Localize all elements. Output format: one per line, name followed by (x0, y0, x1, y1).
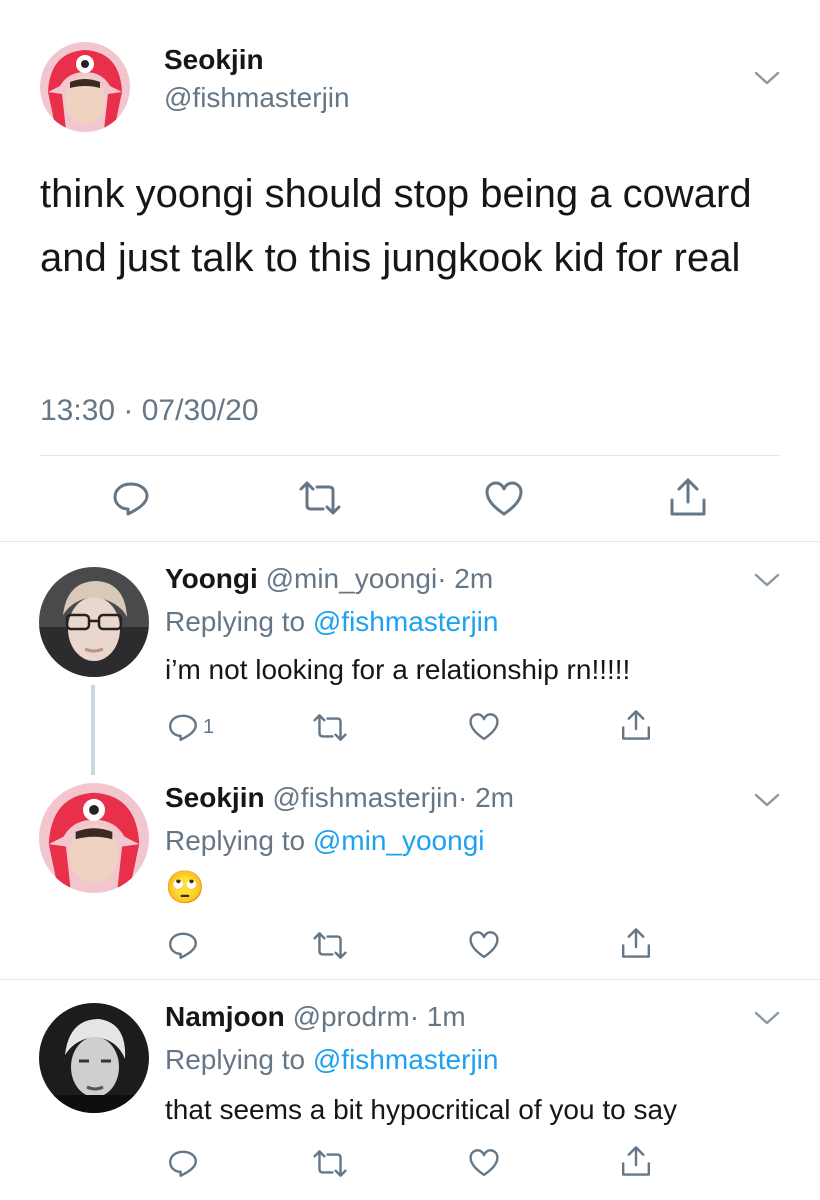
replying-to-label: Replying to (165, 1044, 306, 1075)
reply-header: Yoongi @min_yoongi· 2m (165, 563, 493, 595)
author-handle[interactable]: @fishmasterjin (164, 82, 350, 114)
chevron-down-icon[interactable] (754, 572, 780, 588)
replying-to-label: Replying to (165, 606, 306, 637)
replying-to: Replying to @min_yoongi (165, 825, 485, 857)
share-icon[interactable] (620, 708, 652, 742)
author-name[interactable]: Namjoon (165, 1001, 285, 1032)
like-icon[interactable] (468, 712, 500, 742)
reply-header: Seokjin @fishmasterjin· 2m (165, 782, 514, 814)
replying-to-label: Replying to (165, 825, 306, 856)
replying-to-handle[interactable]: @fishmasterjin (313, 1044, 499, 1075)
author-name[interactable]: Seokjin (164, 44, 264, 76)
share-icon[interactable] (620, 926, 652, 960)
reply-time[interactable]: · 1m (410, 1001, 466, 1032)
like-icon[interactable] (484, 480, 524, 518)
author-handle[interactable]: @prodrm (293, 1001, 410, 1032)
avatar-yoongi[interactable] (39, 567, 149, 677)
reply-time[interactable]: · 2m (437, 563, 493, 594)
share-icon[interactable] (668, 476, 708, 518)
reply-count: 1 (203, 716, 215, 738)
share-icon[interactable] (620, 1144, 652, 1178)
reply-text: i’m not looking for a relationship rn!!!… (165, 654, 631, 685)
replying-to: Replying to @fishmasterjin (165, 606, 498, 638)
thread-connector-line (91, 685, 95, 775)
author-name[interactable]: Seokjin (165, 782, 265, 813)
reply-text: 🙄 (165, 869, 205, 905)
author-handle[interactable]: @fishmasterjin (272, 782, 458, 813)
retweet-icon[interactable] (299, 479, 341, 517)
retweet-icon[interactable] (313, 712, 347, 743)
author-handle[interactable]: @min_yoongi (266, 563, 438, 594)
reply-icon[interactable] (167, 1147, 199, 1179)
chevron-down-icon[interactable] (754, 1010, 780, 1026)
chevron-down-icon[interactable] (754, 70, 780, 86)
reply-header: Namjoon @prodrm· 1m (165, 1001, 466, 1033)
divider (40, 455, 780, 456)
replying-to: Replying to @fishmasterjin (165, 1044, 498, 1076)
chevron-down-icon[interactable] (754, 792, 780, 808)
retweet-icon[interactable] (313, 930, 347, 961)
reply-time[interactable]: · 2m (458, 782, 514, 813)
avatar-seokjin[interactable] (40, 42, 130, 132)
divider (0, 541, 820, 542)
tweet-timestamp[interactable]: 13:30 · 07/30/20 (40, 394, 259, 428)
avatar-seokjin[interactable] (39, 783, 149, 893)
like-icon[interactable] (468, 930, 500, 960)
reply-icon[interactable] (167, 929, 199, 961)
like-icon[interactable] (468, 1148, 500, 1178)
avatar-namjoon[interactable] (39, 1003, 149, 1113)
reply-icon[interactable] (167, 711, 199, 743)
replying-to-handle[interactable]: @fishmasterjin (313, 606, 499, 637)
reply-icon[interactable] (111, 478, 151, 518)
replying-to-handle[interactable]: @min_yoongi (313, 825, 485, 856)
author-name[interactable]: Yoongi (165, 563, 258, 594)
reply-text: that seems a bit hypocritical of you to … (165, 1094, 678, 1125)
retweet-icon[interactable] (313, 1148, 347, 1179)
tweet-text: think yoongi should stop being a coward … (40, 172, 752, 280)
divider (0, 979, 820, 980)
